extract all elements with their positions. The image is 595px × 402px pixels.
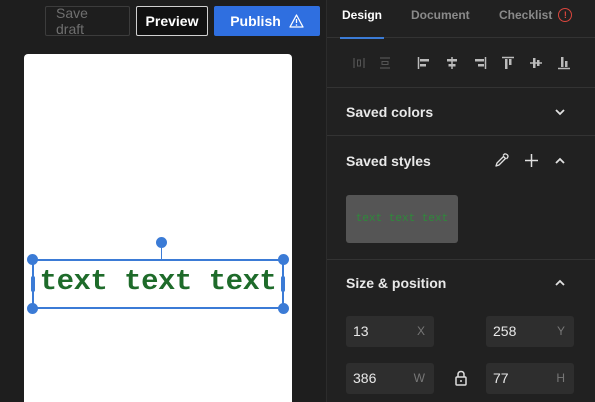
align-center-horizontal-icon[interactable] — [445, 56, 459, 70]
selected-text-box[interactable]: text text text — [27, 237, 289, 314]
text-element[interactable]: text text text — [34, 265, 282, 298]
top-toolbar: Save draft Preview Publish — [45, 5, 320, 37]
canvas-area: Save draft Preview Publish text text tex… — [0, 0, 326, 402]
resize-handle-bottom-left[interactable] — [27, 303, 38, 314]
align-top-icon[interactable] — [501, 56, 515, 70]
w-unit-label: W — [413, 371, 425, 385]
width-field[interactable]: 386 W — [346, 363, 434, 394]
resize-handle-top-right[interactable] — [278, 254, 289, 265]
x-unit-label: X — [416, 324, 425, 338]
distribute-vertical-icon[interactable] — [378, 56, 392, 70]
rotate-handle[interactable] — [156, 237, 167, 248]
chevron-down-icon[interactable] — [553, 105, 567, 119]
x-value: 13 — [353, 323, 369, 339]
lock-aspect-icon[interactable] — [454, 370, 468, 386]
saved-styles-title: Saved styles — [346, 153, 431, 169]
preview-button[interactable]: Preview — [136, 6, 208, 36]
chevron-up-icon[interactable] — [553, 154, 567, 168]
checklist-alert-icon: ! — [558, 8, 573, 22]
tab-design[interactable]: Design — [339, 0, 385, 39]
size-position-title: Size & position — [346, 275, 447, 291]
design-page[interactable]: text text text — [24, 54, 292, 402]
align-right-icon[interactable] — [473, 56, 487, 70]
panel-tabs: Design Document Checklist ! — [327, 0, 595, 39]
properties-panel: Design Document Checklist ! Saved colors… — [326, 0, 595, 402]
publish-label: Publish — [230, 13, 281, 29]
tab-document[interactable]: Document — [411, 0, 470, 22]
resize-handle-bottom-right[interactable] — [278, 303, 289, 314]
alignment-toolbar — [327, 38, 595, 88]
y-value: 258 — [493, 323, 517, 339]
tab-checklist-label: Checklist — [499, 8, 553, 22]
saved-styles-section: Saved styles text text text — [327, 136, 595, 260]
h-value: 77 — [493, 370, 509, 386]
resize-handle-top-left[interactable] — [27, 254, 38, 265]
w-value: 386 — [353, 370, 377, 386]
saved-colors-title: Saved colors — [346, 104, 434, 120]
save-draft-button[interactable]: Save draft — [45, 5, 130, 37]
publish-button[interactable]: Publish — [214, 6, 320, 36]
x-position-field[interactable]: 13 X — [346, 316, 434, 347]
saved-style-swatch[interactable]: text text text — [346, 195, 458, 243]
align-middle-vertical-icon[interactable] — [529, 56, 543, 70]
align-bottom-icon[interactable] — [557, 56, 571, 70]
add-icon[interactable] — [524, 153, 539, 168]
eyedropper-icon[interactable] — [494, 153, 509, 168]
align-left-icon[interactable] — [417, 56, 431, 70]
rotation-line — [161, 248, 162, 261]
y-position-field[interactable]: 258 Y — [486, 316, 574, 347]
chevron-up-icon[interactable] — [553, 276, 567, 290]
warning-icon — [289, 14, 304, 28]
height-field[interactable]: 77 H — [486, 363, 574, 394]
distribute-horizontal-icon[interactable] — [352, 56, 366, 70]
size-position-section: Size & position 13 X 258 Y 386 W 77 H — [327, 260, 595, 402]
h-unit-label: H — [556, 371, 565, 385]
tab-checklist[interactable]: Checklist ! — [499, 0, 573, 22]
saved-colors-section[interactable]: Saved colors — [327, 88, 595, 136]
y-unit-label: Y — [556, 324, 565, 338]
